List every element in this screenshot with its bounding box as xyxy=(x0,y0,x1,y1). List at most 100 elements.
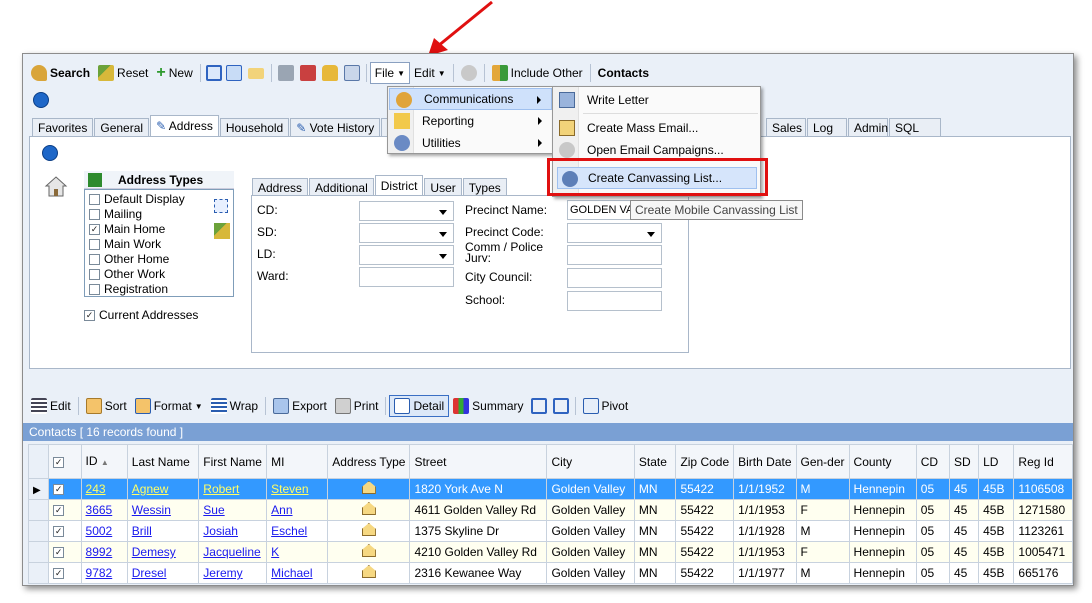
pivot-button[interactable]: Pivot xyxy=(579,395,633,417)
cell-link[interactable]: Agnew xyxy=(132,482,169,496)
cell-link[interactable]: Robert xyxy=(203,482,239,496)
sd-select[interactable] xyxy=(359,223,454,243)
col-address-type[interactable]: Address Type xyxy=(327,444,411,479)
cell-last-name[interactable]: Wessin xyxy=(126,499,200,521)
notes-icon[interactable] xyxy=(343,65,360,81)
address-type-checkbox[interactable]: ✓ Main Home xyxy=(89,222,229,237)
subtab-district[interactable]: District xyxy=(374,175,424,196)
ward-input[interactable] xyxy=(359,267,454,287)
tab-address[interactable]: ✎ Address xyxy=(150,115,219,136)
menu-item-reporting[interactable]: Reporting xyxy=(388,110,552,132)
lock-icon[interactable] xyxy=(321,65,338,81)
col-id[interactable]: ID ▲ xyxy=(80,444,128,479)
checkbox[interactable] xyxy=(89,209,100,221)
nav-arrow-icon[interactable] xyxy=(33,92,49,108)
help-icon[interactable] xyxy=(460,65,477,81)
search-button[interactable]: Search xyxy=(27,62,94,84)
subtab-additional[interactable]: Additional xyxy=(309,178,374,196)
cell-link[interactable]: Eschel xyxy=(271,524,307,538)
menu-item-write-letter[interactable]: Write Letter xyxy=(553,89,760,111)
cell-first-name[interactable]: Robert xyxy=(198,478,268,500)
cell-first-name[interactable]: Jacqueline xyxy=(198,541,268,563)
col-city[interactable]: City xyxy=(546,444,635,479)
address-type-checkbox[interactable]: Default Display xyxy=(89,192,229,207)
cell-link[interactable]: Dresel xyxy=(132,566,167,580)
cell-link[interactable]: Steven xyxy=(271,482,308,496)
address-type-checkbox[interactable]: Main Work xyxy=(89,237,229,252)
tab-sql[interactable]: SQL xyxy=(889,118,941,136)
cell-mi[interactable]: Ann xyxy=(266,499,329,521)
clear-broom-icon[interactable] xyxy=(214,223,230,239)
vertical-split-icon[interactable] xyxy=(530,398,547,414)
col-mi[interactable]: MI xyxy=(266,444,329,479)
col-birth-date[interactable]: Birth Date xyxy=(733,444,797,479)
table-row[interactable]: ✓ 8992 Demesy Jacqueline K 4210 Golden Valley… xyxy=(27,541,1073,563)
cell-first-name[interactable]: Sue xyxy=(198,499,268,521)
col-sd[interactable]: SD xyxy=(948,444,980,479)
cell-link[interactable]: Sue xyxy=(203,503,224,517)
col-street[interactable]: Street xyxy=(409,444,548,479)
address-type-checkbox[interactable]: Other Home xyxy=(89,252,229,267)
row-select-cell[interactable]: ✓ xyxy=(48,478,82,500)
cell-link[interactable]: Demesy xyxy=(132,545,176,559)
subtab-types[interactable]: Types xyxy=(462,178,507,196)
checkbox[interactable] xyxy=(89,239,100,251)
col-last-name[interactable]: Last Name xyxy=(126,444,200,479)
row-checkbox[interactable]: ✓ xyxy=(53,547,65,559)
tab-vote-history[interactable]: ✎ Vote History xyxy=(290,118,381,136)
menu-item-create-mass-email[interactable]: Create Mass Email... xyxy=(553,117,760,139)
cell-last-name[interactable]: Agnew xyxy=(126,478,200,500)
table-row[interactable]: ✓ 3665 Wessin Sue Ann 4611 Golden Valley Rd Go… xyxy=(27,499,1073,521)
folder-icon[interactable] xyxy=(247,67,264,79)
cell-id[interactable]: 9782 xyxy=(80,562,128,584)
wrap-button[interactable]: Wrap xyxy=(207,395,262,417)
col-county[interactable]: County xyxy=(848,444,917,479)
reset-button[interactable]: Reset xyxy=(94,62,152,84)
col-gender[interactable]: Gen-der xyxy=(795,444,850,479)
cell-link[interactable]: Jeremy xyxy=(203,566,242,580)
cell-link[interactable]: 243 xyxy=(86,482,106,496)
row-checkbox[interactable]: ✓ xyxy=(53,505,65,517)
cell-id[interactable]: 243 xyxy=(80,478,128,500)
subtab-address[interactable]: Address xyxy=(252,178,309,196)
subtab-user[interactable]: User xyxy=(424,178,462,196)
tab-general[interactable]: General xyxy=(94,118,150,136)
cell-link[interactable]: 3665 xyxy=(86,503,113,517)
edit-menu[interactable]: Edit ▼ xyxy=(410,62,450,84)
address-type-checkbox[interactable]: Other Work xyxy=(89,267,229,282)
cell-link[interactable]: 8992 xyxy=(86,545,113,559)
cell-mi[interactable]: Michael xyxy=(266,562,329,584)
cd-select[interactable] xyxy=(359,201,454,221)
export-button[interactable]: Export xyxy=(269,395,331,417)
cell-mi[interactable]: Steven xyxy=(266,478,329,500)
row-checkbox[interactable]: ✓ xyxy=(53,484,65,496)
checkbox[interactable] xyxy=(89,254,100,266)
cell-id[interactable]: 8992 xyxy=(80,541,128,563)
split-view-icon[interactable] xyxy=(205,65,222,81)
cell-last-name[interactable]: Brill xyxy=(126,520,200,542)
grid-edit-button[interactable]: Edit xyxy=(27,395,75,417)
delete-icon[interactable] xyxy=(299,65,316,81)
row-select-cell[interactable]: ✓ xyxy=(48,499,82,521)
cell-link[interactable]: Ann xyxy=(271,503,292,517)
row-checkbox[interactable]: ✓ xyxy=(53,568,65,580)
row-header[interactable]: ▶ xyxy=(27,478,50,500)
cell-first-name[interactable]: Jeremy xyxy=(198,562,268,584)
cell-link[interactable]: Jacqueline xyxy=(203,545,260,559)
tab-household[interactable]: Household xyxy=(219,118,290,136)
summary-button[interactable]: Summary xyxy=(449,395,527,417)
tab-sales[interactable]: Sales xyxy=(766,118,806,136)
menu-item-communications[interactable]: Communications xyxy=(389,88,552,110)
ld-select[interactable] xyxy=(359,245,454,265)
row-header[interactable] xyxy=(27,562,50,584)
cell-last-name[interactable]: Dresel xyxy=(126,562,200,584)
col-zip[interactable]: Zip Code xyxy=(675,444,735,479)
table-row[interactable]: ▶ ✓ 243 Agnew Robert Steven 1820 York Ave N Gol… xyxy=(27,478,1073,500)
cell-link[interactable]: 9782 xyxy=(86,566,113,580)
cell-id[interactable]: 5002 xyxy=(80,520,128,542)
select-all-icon[interactable] xyxy=(214,199,228,213)
col-first-name[interactable]: First Name xyxy=(198,444,268,479)
save-icon[interactable] xyxy=(277,65,294,81)
tab-admin[interactable]: Admin xyxy=(848,118,888,136)
cell-last-name[interactable]: Demesy xyxy=(126,541,200,563)
